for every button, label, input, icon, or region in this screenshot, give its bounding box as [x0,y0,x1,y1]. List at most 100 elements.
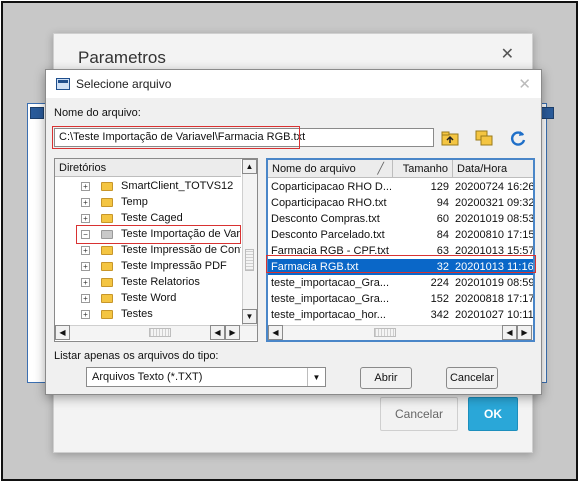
folder-icon [101,310,113,319]
file-date: 20200810 17:15 [455,229,535,241]
directory-label: Testes [121,308,153,320]
close-icon[interactable]: ✕ [518,75,531,93]
directory-label: Teste Relatorios [121,276,200,288]
parametros-cancel-button[interactable]: Cancelar [380,397,458,431]
column-header-name[interactable]: Nome do arquivo ╱ [268,160,393,178]
file-date: 20201019 08:59 [455,277,535,289]
file-list[interactable]: Nome do arquivo ╱ Tamanho Data/Hora Copa… [266,158,535,342]
file-date: 20200724 16:26 [455,181,535,193]
open-button[interactable]: Abrir [360,367,412,389]
window-icon [30,107,44,119]
parametros-title: Parametros [78,48,166,67]
dialog-title: Selecione arquivo [76,77,172,91]
file-row[interactable]: Coparticipacao RHO D... 129 20200724 16:… [268,179,535,195]
file-date: 20201027 10:11 [455,309,534,321]
directory-horizontal-scrollbar[interactable]: ◀ ◀ ▶ [55,325,257,340]
file-size: 224 [430,277,449,289]
directory-label: Teste Impressão de Contr [121,244,241,256]
file-name: teste_importacao_Gra... [271,293,390,305]
directory-item[interactable]: + Temp [55,194,241,210]
folder-icon [101,214,113,223]
scroll-thumb[interactable] [149,328,171,337]
file-name: teste_importacao_Gra... [271,277,390,289]
file-size: 60 [436,213,449,225]
filename-highlight [52,126,300,149]
file-type-label: Listar apenas os arquivos do tipo: [54,350,219,362]
refresh-icon[interactable] [508,128,528,148]
scroll-left-icon[interactable]: ◀ [268,325,283,340]
file-size: 152 [430,293,449,305]
directory-item[interactable]: + Testes [55,306,241,322]
scroll-down-icon[interactable]: ▼ [242,309,257,324]
directory-item[interactable]: + Teste Impressão de Contr [55,242,241,258]
file-row[interactable]: Coparticipacao RHO.txt 94 20200321 09:32 [268,195,533,211]
directory-highlight [76,225,241,244]
column-header-date[interactable]: Data/Hora [453,160,533,178]
file-row[interactable]: Desconto Compras.txt 60 20201019 08:53 [268,211,535,227]
column-header-size[interactable]: Tamanho [393,160,453,178]
file-horizontal-scrollbar[interactable]: ◀ ◀ ▶ [268,325,533,340]
directory-vertical-scrollbar[interactable]: ▲ ▼ [242,159,257,325]
expand-icon[interactable]: + [81,198,90,207]
cancel-button[interactable]: Cancelar [446,367,498,389]
scroll-left-icon[interactable]: ◀ [502,325,517,340]
directory-item[interactable]: + Teste Caged [55,210,241,226]
directory-label: Temp [121,196,148,208]
folder-up-icon[interactable] [440,128,460,148]
parametros-close-icon[interactable]: ✕ [501,44,514,64]
directory-label: Teste Impressão PDF [121,260,227,272]
directory-label: Teste Word [121,292,177,304]
file-size: 84 [436,229,449,241]
file-name: Desconto Compras.txt [271,213,380,225]
scroll-right-icon[interactable]: ▶ [517,325,532,340]
file-size: 94 [436,197,449,209]
expand-icon[interactable]: + [81,294,90,303]
file-row[interactable]: teste_importacao_Gra... 224 20201019 08:… [268,275,535,291]
file-type-select[interactable]: Arquivos Texto (*.TXT) ▼ [86,367,326,387]
screen: Parametros ✕ Cancelar OK Selecione arqui… [1,1,578,481]
file-row[interactable]: teste_importacao_Gra... 152 20200818 17:… [268,291,533,307]
file-row[interactable]: Desconto Parcelado.txt 84 20200810 17:15 [268,227,535,243]
file-name: Desconto Parcelado.txt [271,229,385,241]
expand-icon[interactable]: + [81,310,90,319]
directory-header: Diretórios [55,159,241,177]
sort-icon: ╱ [377,163,384,175]
expand-icon[interactable]: + [81,262,90,271]
scroll-up-icon[interactable]: ▲ [242,159,257,174]
folder-icon [101,182,113,191]
column-header-label: Nome do arquivo [272,163,356,175]
directory-item[interactable]: + SmartClient_TOTVS12 [55,178,241,194]
scroll-right-icon[interactable]: ▶ [225,325,240,340]
scroll-left-icon[interactable]: ◀ [55,325,70,340]
filename-label: Nome do arquivo: [54,107,141,119]
file-row[interactable]: teste_importacao_hor... 342 20201027 10:… [268,307,534,323]
expand-icon[interactable]: + [81,182,90,191]
chevron-down-icon[interactable]: ▼ [307,368,325,386]
directory-tree[interactable]: Diretórios + SmartClient_TOTVS12 + Temp … [54,158,258,342]
file-date: 20201019 08:53 [455,213,535,225]
expand-icon[interactable]: + [81,246,90,255]
window-icon [540,107,554,119]
copy-folders-icon[interactable] [474,128,494,148]
file-name: teste_importacao_hor... [271,309,386,321]
directory-item[interactable]: + Teste Relatorios [55,274,241,290]
file-size: 129 [430,181,449,193]
directory-item[interactable]: + Teste Word [55,290,241,306]
folder-icon [101,278,113,287]
expand-icon[interactable]: + [81,278,90,287]
directory-label: Teste Caged [121,212,183,224]
folder-icon [101,246,113,255]
folder-icon [101,294,113,303]
parametros-ok-button[interactable]: OK [468,397,518,431]
scroll-thumb[interactable] [245,249,254,271]
folder-icon [101,198,113,207]
directory-label: SmartClient_TOTVS12 [121,180,234,192]
directory-item[interactable]: + Teste Impressão PDF [55,258,241,274]
expand-icon[interactable]: + [81,214,90,223]
select-file-dialog: Selecione arquivo ✕ Nome do arquivo: C:\… [45,69,542,395]
folder-icon [101,262,113,271]
file-type-value: Arquivos Texto (*.TXT) [92,371,203,383]
scroll-left-icon[interactable]: ◀ [210,325,225,340]
file-name: Coparticipacao RHO D... [271,181,391,193]
scroll-thumb[interactable] [374,328,396,337]
